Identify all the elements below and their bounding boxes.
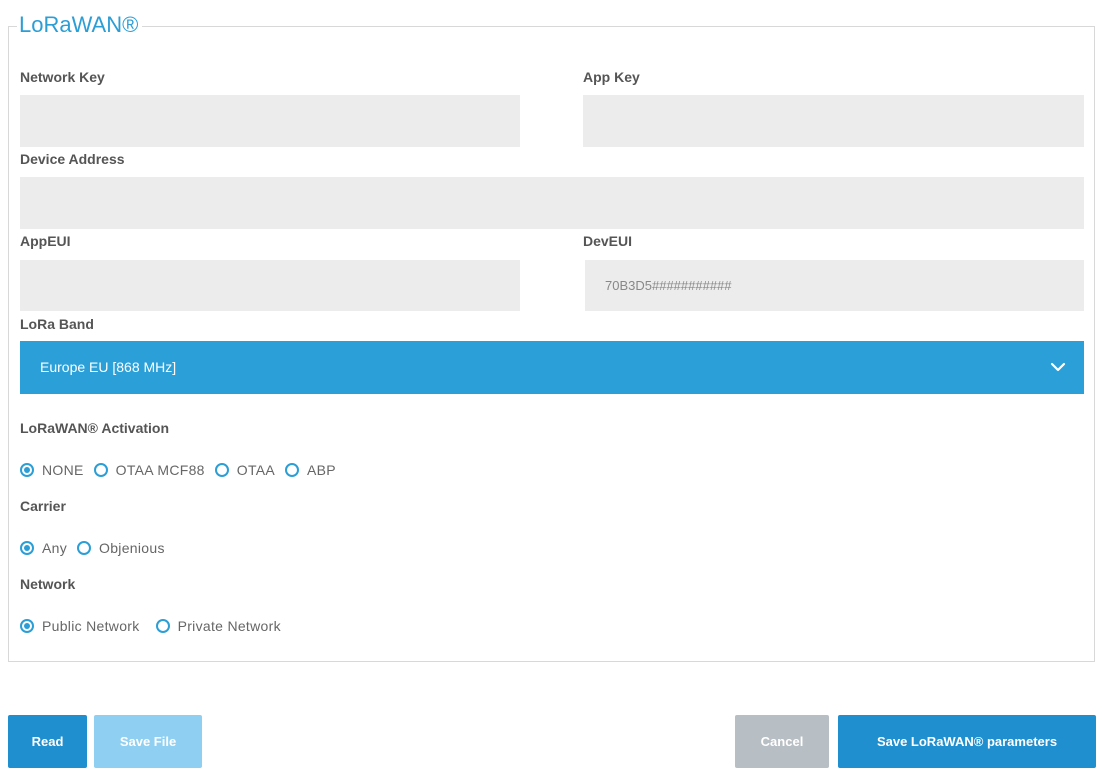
app-eui-label: AppEUI: [20, 233, 71, 249]
app-key-label: App Key: [583, 69, 640, 85]
dev-eui-input[interactable]: [585, 260, 1084, 311]
radio-label: ABP: [307, 462, 336, 478]
radio-checked-icon[interactable]: [20, 619, 34, 633]
activation-option-otaa[interactable]: OTAA: [214, 462, 276, 478]
device-address-label: Device Address: [20, 151, 125, 167]
radio-unchecked-icon[interactable]: [214, 463, 229, 477]
dev-eui-label: DevEUI: [583, 233, 633, 249]
radio-label: OTAA MCF88: [115, 462, 205, 478]
app-eui-input[interactable]: [20, 260, 520, 311]
panel-legend: LoRaWAN®: [17, 12, 143, 38]
radio-label: Any: [42, 540, 68, 556]
radio-label: NONE: [42, 462, 84, 478]
lora-band-selected: Europe EU [868 MHz]: [40, 359, 177, 375]
radio-label: OTAA: [236, 462, 276, 478]
radio-label: Private Network: [177, 618, 281, 634]
activation-radio-group: NONE OTAA MCF88 OTAA ABP: [20, 460, 346, 480]
save-lorawan-parameters-button[interactable]: Save LoRaWAN® parameters: [838, 715, 1096, 768]
carrier-option-any[interactable]: Any: [20, 540, 67, 556]
radio-checked-icon[interactable]: [20, 541, 34, 555]
activation-option-abp[interactable]: ABP: [285, 462, 336, 478]
radio-unchecked-icon[interactable]: [285, 463, 300, 477]
radio-label: Objenious: [99, 540, 165, 556]
activation-option-none[interactable]: NONE: [20, 462, 84, 478]
device-address-input[interactable]: [20, 177, 1084, 229]
radio-label: Public Network: [42, 618, 140, 634]
activation-option-otaa-mcf88[interactable]: OTAA MCF88: [93, 462, 205, 478]
carrier-radio-group: Any Objenious: [20, 538, 175, 558]
carrier-label: Carrier: [20, 498, 66, 514]
activation-label: LoRaWAN® Activation: [20, 420, 170, 436]
lora-band-select[interactable]: Europe EU [868 MHz]: [20, 341, 1084, 394]
app-key-input[interactable]: [583, 95, 1084, 147]
read-button[interactable]: Read: [8, 715, 87, 768]
lora-band-label: LoRa Band: [20, 316, 94, 332]
cancel-button[interactable]: Cancel: [735, 715, 829, 768]
radio-unchecked-icon[interactable]: [77, 541, 92, 555]
network-option-public[interactable]: Public Network: [20, 618, 140, 634]
network-option-private[interactable]: Private Network: [155, 618, 281, 634]
chevron-down-icon: [1050, 362, 1066, 372]
save-file-button[interactable]: Save File: [94, 715, 202, 768]
network-key-input[interactable]: [20, 95, 520, 147]
radio-unchecked-icon[interactable]: [155, 619, 170, 633]
radio-unchecked-icon[interactable]: [93, 463, 108, 477]
network-label: Network: [20, 576, 76, 592]
radio-checked-icon[interactable]: [20, 463, 34, 477]
network-key-label: Network Key: [20, 69, 105, 85]
network-radio-group: Public Network Private Network: [20, 616, 291, 636]
carrier-option-objenious[interactable]: Objenious: [77, 540, 165, 556]
